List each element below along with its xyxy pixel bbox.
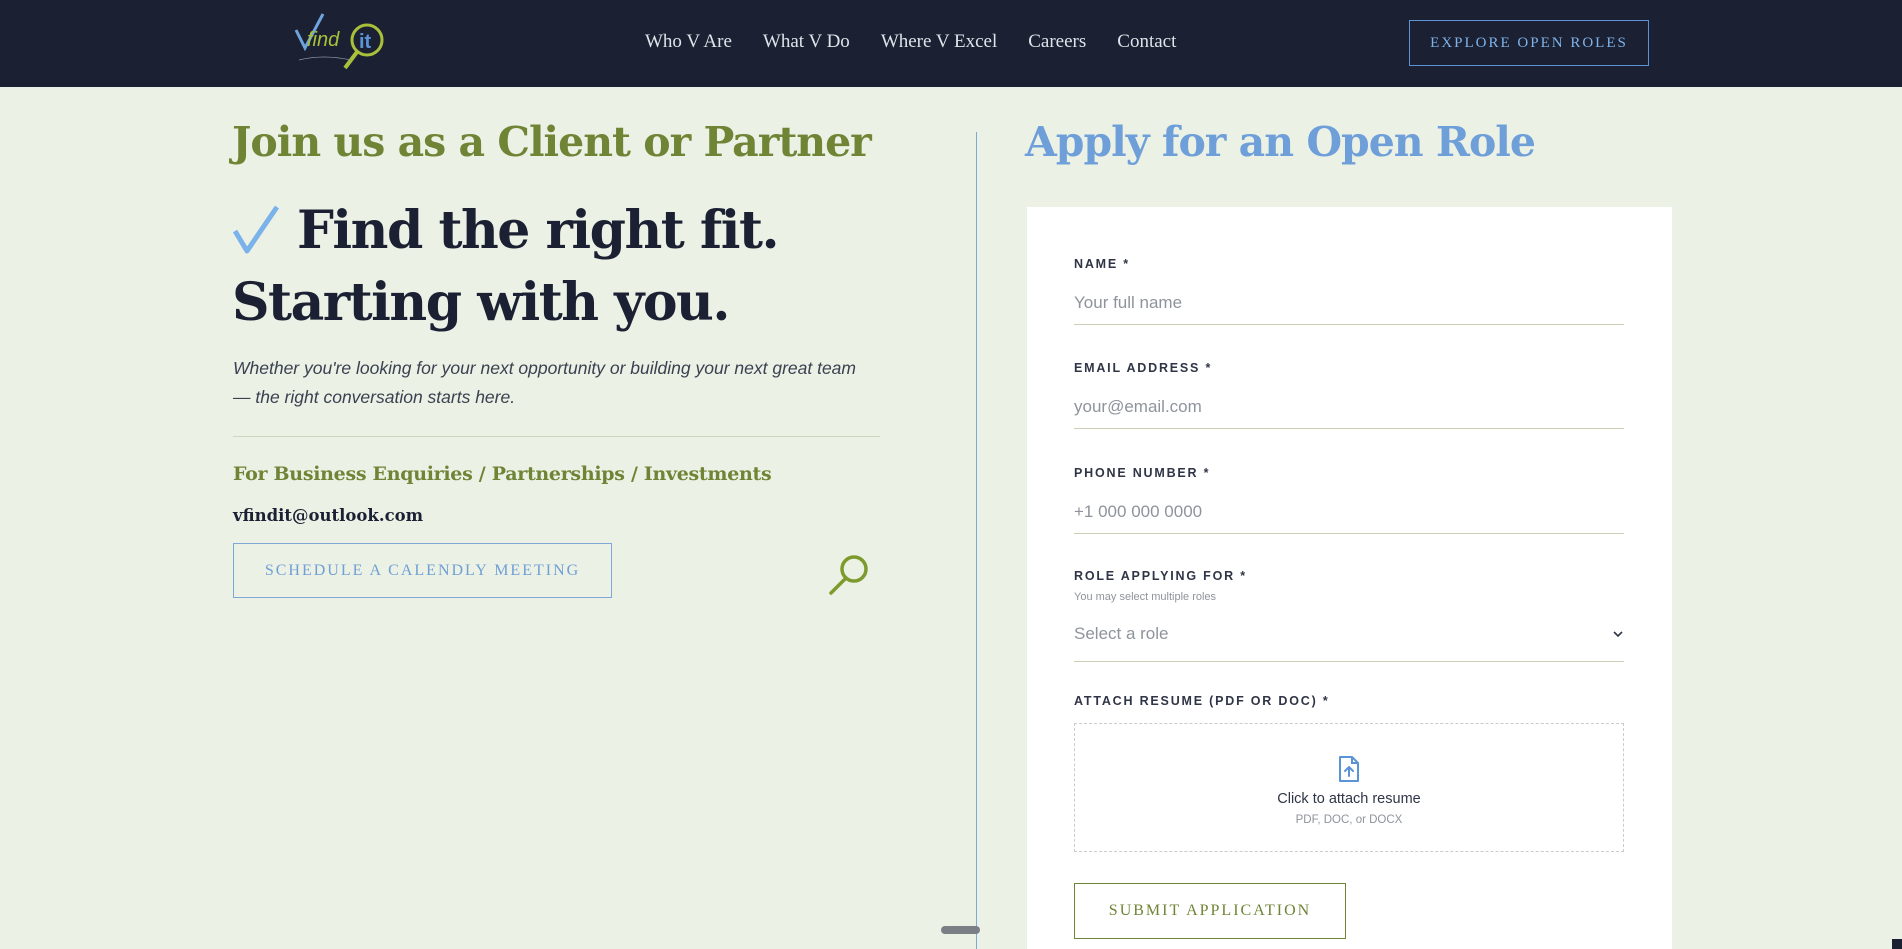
nav-contact[interactable]: Contact	[1117, 28, 1176, 56]
client-partner-heading: Join us as a Client or Partner	[232, 118, 872, 166]
nav-what-v-do[interactable]: What V Do	[763, 28, 850, 56]
section-divider	[233, 436, 880, 437]
nav-where-v-excel[interactable]: Where V Excel	[881, 28, 997, 56]
svg-text:find: find	[307, 29, 340, 51]
chevron-down-icon	[1613, 630, 1623, 637]
role-selected-value: Select a role	[1074, 623, 1169, 643]
dropzone-subtitle: PDF, DOC, or DOCX	[1295, 814, 1403, 826]
main-nav: Who V Are What V Do Where V Excel Career…	[645, 28, 1176, 56]
phone-input[interactable]	[1074, 490, 1624, 534]
role-hint: You may select multiple roles	[1074, 591, 1217, 603]
dropzone-title: Click to attach resume	[1277, 791, 1421, 807]
schedule-calendly-button[interactable]: SCHEDULE A CALENDLY MEETING	[233, 543, 612, 598]
name-input[interactable]	[1074, 281, 1624, 325]
intro-text: Whether you're looking for your next opp…	[233, 358, 856, 407]
column-divider	[976, 132, 977, 949]
business-enquiries-heading: For Business Enquiries / Partnerships / …	[233, 463, 772, 485]
email-input[interactable]	[1074, 385, 1624, 429]
svg-text:it: it	[359, 31, 372, 53]
tagline-line-1: Find the right fit.	[297, 200, 780, 261]
resume-dropzone[interactable]: Click to attach resume PDF, DOC, or DOCX	[1074, 723, 1624, 852]
explore-open-roles-button[interactable]: EXPLORE OPEN ROLES	[1409, 20, 1649, 66]
magnifier-icon	[829, 555, 868, 595]
checkmark-icon	[233, 205, 279, 254]
business-email[interactable]: vfindit@outlook.com	[233, 506, 423, 525]
resume-label: ATTACH RESUME (PDF OR DOC) *	[1074, 694, 1330, 708]
role-select[interactable]: Select a role	[1074, 606, 1624, 662]
apply-heading: Apply for an Open Role	[1025, 118, 1536, 166]
scroll-handle[interactable]	[941, 926, 980, 934]
file-upload-icon	[1339, 756, 1359, 782]
vfindit-logo-icon[interactable]: find it	[293, 10, 393, 74]
phone-label: PHONE NUMBER *	[1074, 466, 1211, 480]
application-form: NAME * EMAIL ADDRESS * PHONE NUMBER * RO…	[1027, 207, 1672, 949]
role-label: ROLE APPLYING FOR *	[1074, 569, 1247, 583]
name-label: NAME *	[1074, 257, 1130, 271]
corner-mark	[1892, 939, 1902, 949]
site-header: find it Who V Are What V Do Where V Exce…	[0, 0, 1902, 87]
tagline-line-2: Starting with you.	[232, 272, 730, 333]
nav-careers[interactable]: Careers	[1028, 28, 1086, 56]
email-label: EMAIL ADDRESS *	[1074, 361, 1213, 375]
nav-who-v-are[interactable]: Who V Are	[645, 28, 732, 56]
submit-application-button[interactable]: SUBMIT APPLICATION	[1074, 883, 1346, 939]
